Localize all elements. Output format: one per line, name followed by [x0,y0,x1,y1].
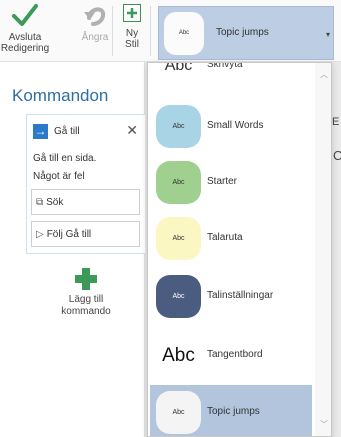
ribbon-divider [112,6,113,56]
style-option-label: Skrivyta [207,62,243,70]
command-warning: Något är fel [33,171,85,182]
command-description: Gå till en sida. [33,153,97,164]
style-option[interactable]: Abc Tangentbord [150,328,312,383]
play-outline-icon: ▷ [36,228,44,240]
add-command-line1: Lägg till [68,294,104,305]
add-command-line2: kommando [61,306,111,317]
style-swatch: Abc [156,275,201,318]
done-editing-button[interactable]: Avsluta Redigering [0,2,50,60]
checkmark-icon [12,4,38,26]
follow-goto-label: Följ Gå till [46,228,92,240]
style-option-label: Talaruta [207,232,243,243]
style-swatch: Abc [156,334,201,377]
chevron-down-icon[interactable]: ﹀ [320,419,328,430]
style-swatch: Abc [156,217,201,260]
undo-icon [84,7,106,26]
style-option[interactable]: Abc Skrivyta [150,62,312,93]
command-title: Gå till [54,125,80,137]
commands-panel: Kommandon → Gå till ✕ Gå till en sida. N… [0,62,147,437]
search-field-label: Sök [46,196,64,208]
style-select[interactable]: Abc Topic jumps ▾ [158,6,334,60]
follow-goto-field[interactable]: ▷ Följ Gå till [31,221,140,247]
style-sample-chip: Abc [164,12,204,55]
edge-glyph: C [333,148,341,163]
style-option-selected[interactable]: Abc Topic jumps [150,385,312,436]
done-label-line2: Redigering [0,43,50,54]
undo-label: Ångra [81,32,109,43]
style-swatch: Abc [156,105,201,148]
style-option[interactable]: Abc Starter [150,155,312,210]
new-style-label-line1: Ny [125,28,139,39]
command-header: → Gå till [33,123,80,139]
style-option-label: Starter [207,176,238,187]
style-option[interactable]: Abc Talaruta [150,211,312,266]
style-swatch: Abc [156,161,201,204]
add-icon [123,4,141,22]
done-label-line1: Avsluta [8,32,42,43]
arrow-right-icon: → [33,123,48,139]
ribbon-divider [150,6,151,56]
style-select-value: Topic jumps [216,27,269,38]
dropdown-scrollbar[interactable]: ︿ ﹀ [315,63,331,436]
style-option-label: Talinställningar [207,290,274,301]
style-swatch: Abc [164,62,193,74]
style-option-label: Topic jumps [207,406,260,417]
search-field[interactable]: ⧉ Sök [31,189,140,215]
style-option-label: Tangentbord [207,349,263,360]
new-style-label-line2: Stil [125,39,139,50]
plus-icon [75,268,97,290]
style-dropdown-list[interactable]: Abc Skrivyta Abc Small Words Abc Starter… [147,62,332,437]
edge-glyph: E [332,116,340,128]
new-style-button[interactable]: Ny Stil [114,2,150,60]
undo-button[interactable]: Ångra [78,2,112,60]
chevron-up-icon[interactable]: ︿ [320,69,328,80]
search-page-icon: ⧉ [36,196,44,208]
panel-title: Kommandon [12,86,109,105]
style-option[interactable]: Abc Small Words [150,99,312,154]
chevron-down-icon: ▾ [325,30,330,39]
close-icon[interactable]: ✕ [126,122,138,139]
add-command-button[interactable]: Lägg till kommando [36,268,136,318]
style-swatch: Abc [156,391,201,434]
command-card: → Gå till ✕ Gå till en sida. Något är fe… [26,114,147,254]
style-option-label: Small Words [207,120,264,131]
style-option[interactable]: Abc Talinställningar [150,269,312,324]
